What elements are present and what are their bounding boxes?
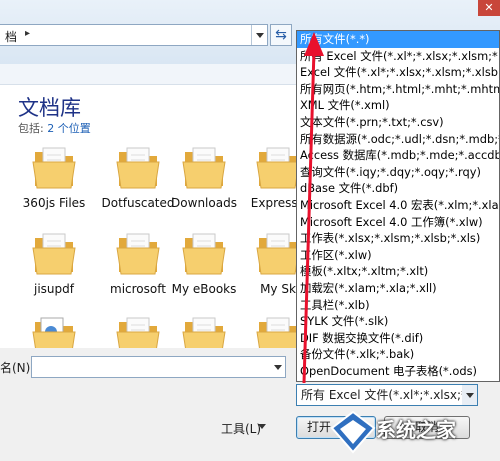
watermark-text: 系统之家 bbox=[376, 418, 456, 442]
folder-icon bbox=[32, 147, 76, 189]
library-locations-link[interactable]: 2 个位置 bbox=[47, 122, 91, 135]
file-item-label: Downloads bbox=[171, 196, 237, 210]
file-type-dropdown-icon[interactable] bbox=[462, 385, 477, 405]
folder-icon bbox=[32, 233, 76, 275]
filename-input[interactable] bbox=[31, 356, 286, 378]
folder-icon bbox=[182, 147, 226, 189]
file-item[interactable]: Downloads bbox=[162, 142, 246, 211]
command-toolbar bbox=[0, 64, 300, 85]
watermark-logo-icon bbox=[330, 410, 376, 454]
annotation-arrow-icon bbox=[302, 32, 324, 384]
refresh-button[interactable]: ⇆ bbox=[270, 24, 292, 46]
filename-dropdown-icon[interactable] bbox=[270, 357, 285, 377]
library-subtitle: 包括: 2 个位置 bbox=[18, 120, 91, 136]
folder-icon bbox=[182, 233, 226, 275]
address-bar[interactable]: 档 ▸ bbox=[0, 24, 268, 46]
address-path: 档 bbox=[5, 30, 18, 44]
filename-label: 名(N): bbox=[0, 361, 35, 375]
breadcrumb-chevron-icon[interactable]: ▸ bbox=[25, 28, 30, 39]
file-item[interactable]: My eBooks bbox=[162, 228, 246, 297]
folder-icon bbox=[116, 147, 160, 189]
tools-chevron-down-icon[interactable] bbox=[258, 424, 266, 429]
refresh-icon: ⇆ bbox=[275, 27, 287, 43]
file-item-label: My eBooks bbox=[171, 282, 237, 296]
file-item-label: 360js Files bbox=[22, 196, 86, 210]
file-item[interactable]: 360js Files bbox=[12, 142, 96, 211]
close-icon[interactable]: ✕ bbox=[478, 0, 500, 16]
library-subtitle-prefix: 包括: bbox=[18, 122, 44, 135]
tools-button[interactable]: 工具(L) bbox=[216, 418, 286, 441]
file-type-selected-value: 所有 Excel 文件(*.xl*;*.xlsx;*.xl bbox=[301, 388, 478, 402]
file-item[interactable]: jisupdf bbox=[12, 228, 96, 297]
address-dropdown-icon[interactable] bbox=[251, 25, 267, 45]
folder-icon bbox=[116, 233, 160, 275]
library-title: 文档库 bbox=[18, 96, 81, 120]
file-item-label: jisupdf bbox=[34, 282, 74, 296]
